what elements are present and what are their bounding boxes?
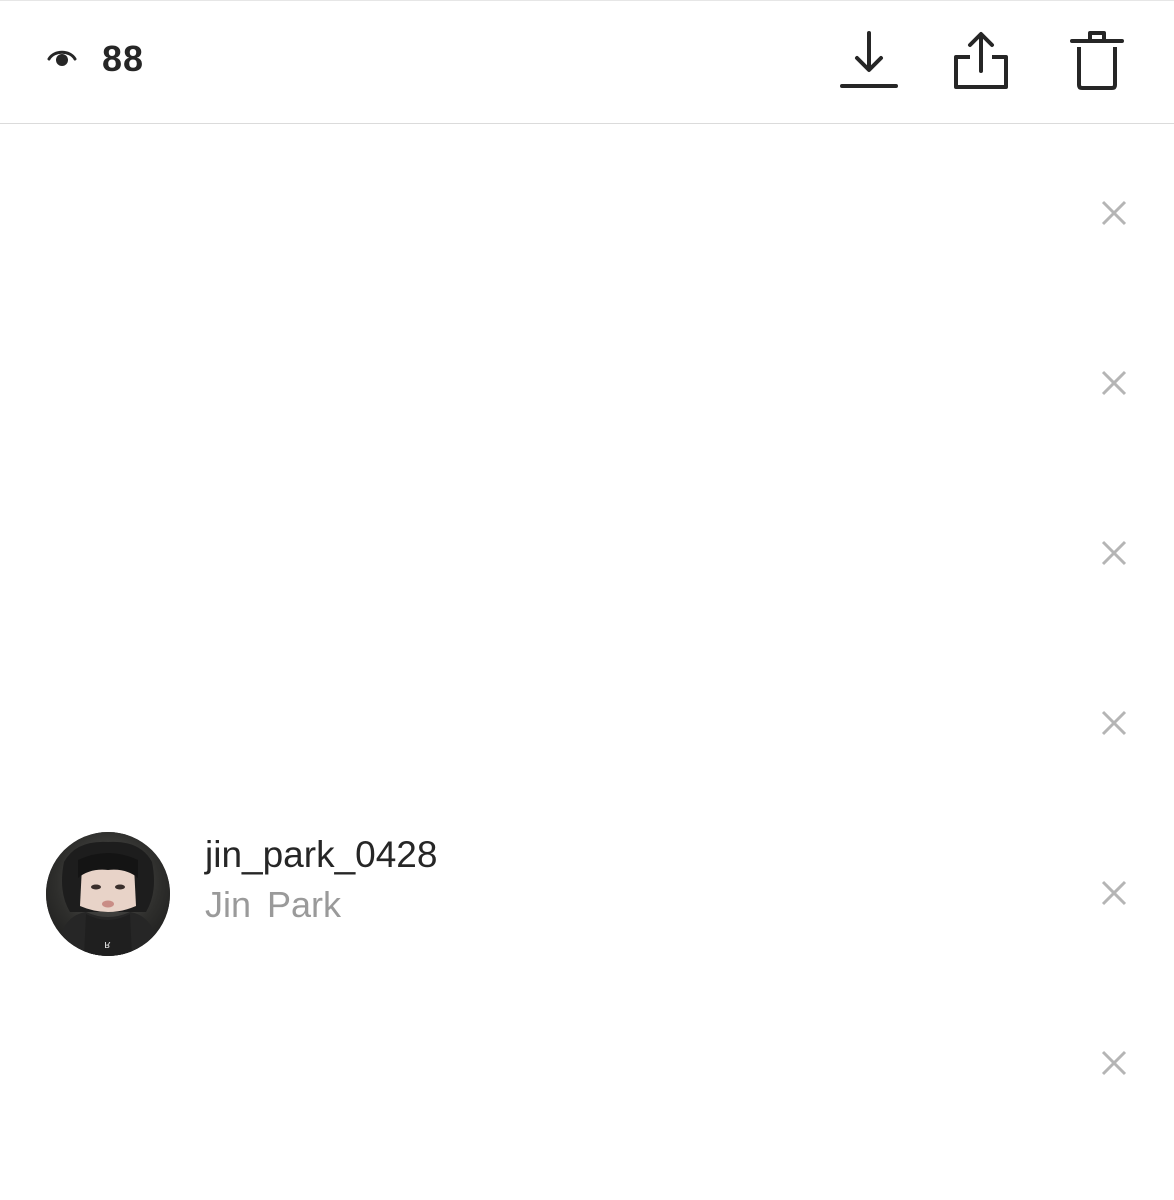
viewer-username[interactable]: jin_park_0428 xyxy=(205,830,437,880)
close-icon xyxy=(1101,540,1127,566)
svg-text:ʁ: ʁ xyxy=(104,938,111,951)
close-icon xyxy=(1101,880,1127,906)
close-icon xyxy=(1101,370,1127,396)
avatar-photo: ʁ xyxy=(46,832,170,956)
remove-viewer-button[interactable] xyxy=(1100,539,1128,567)
eye-icon xyxy=(47,50,77,66)
download-button[interactable] xyxy=(838,27,900,93)
download-icon xyxy=(840,31,898,88)
viewer-row xyxy=(0,468,1174,638)
remove-viewer-button[interactable] xyxy=(1100,199,1128,227)
share-icon xyxy=(954,32,1008,89)
viewer-row[interactable]: ʁ jin_park_0428 Jin Park xyxy=(0,808,1174,978)
viewer-row xyxy=(0,638,1174,808)
viewer-full-name: Jin Park xyxy=(205,884,342,925)
delete-button[interactable] xyxy=(1066,27,1128,93)
viewers-header: 88 xyxy=(0,0,1174,124)
close-icon xyxy=(1101,710,1127,736)
remove-viewer-button[interactable] xyxy=(1100,369,1128,397)
view-count-group: 88 xyxy=(46,37,144,81)
viewer-info: jin_park_0428 Jin Park xyxy=(205,830,437,930)
remove-viewer-button[interactable] xyxy=(1100,709,1128,737)
close-icon xyxy=(1101,1050,1127,1076)
view-count: 88 xyxy=(102,38,145,79)
close-icon xyxy=(1101,200,1127,226)
viewer-row xyxy=(0,128,1174,298)
share-button[interactable] xyxy=(950,27,1012,93)
avatar[interactable]: ʁ xyxy=(46,832,170,956)
remove-viewer-button[interactable] xyxy=(1100,1049,1128,1077)
viewer-row xyxy=(0,978,1174,1148)
viewer-row xyxy=(0,298,1174,468)
remove-viewer-button[interactable] xyxy=(1100,879,1128,907)
trash-icon xyxy=(1070,31,1124,90)
